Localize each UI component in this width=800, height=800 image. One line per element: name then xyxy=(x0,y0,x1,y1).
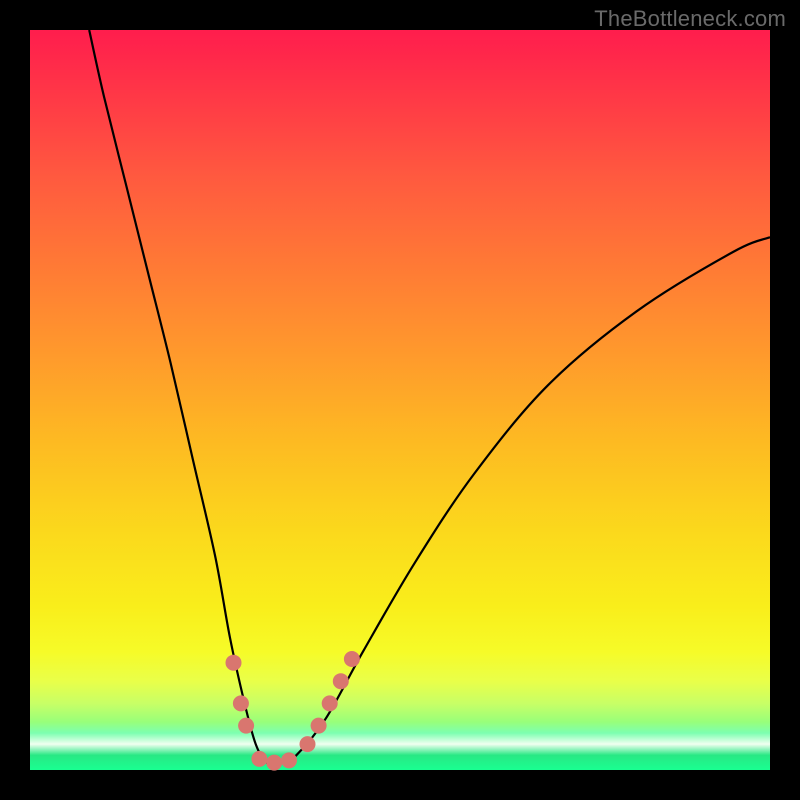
bottleneck-curve-layer xyxy=(30,30,770,770)
right-cluster-marker xyxy=(322,695,338,711)
right-cluster-marker xyxy=(344,651,360,667)
bottom-marker xyxy=(281,752,297,768)
bottom-marker xyxy=(266,755,282,771)
left-cluster-marker xyxy=(238,718,254,734)
watermark-text: TheBottleneck.com xyxy=(594,6,786,32)
right-cluster-marker xyxy=(333,673,349,689)
left-cluster-marker xyxy=(233,695,249,711)
left-cluster-marker xyxy=(226,655,242,671)
plot-area xyxy=(30,30,770,770)
right-cluster-marker xyxy=(300,736,316,752)
chart-frame: TheBottleneck.com xyxy=(0,0,800,800)
bottom-marker xyxy=(251,751,267,767)
bottleneck-curve xyxy=(89,30,770,764)
right-cluster-marker xyxy=(311,718,327,734)
